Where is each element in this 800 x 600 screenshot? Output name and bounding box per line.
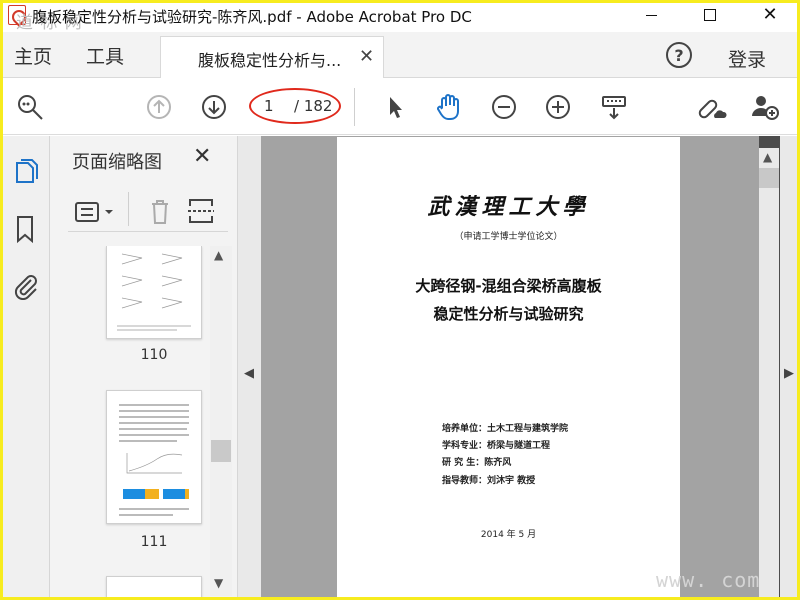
menu-tools[interactable]: 工具 [86,42,124,69]
cursor-arrow-icon [390,97,402,118]
share-link-button[interactable] [693,89,729,125]
page-number-box: / 182 [252,93,342,119]
bookmark-icon [17,216,33,244]
window-title: 腹板稳定性分析与试验研究-陈齐风.pdf - Adobe Acrobat Pro… [32,8,472,26]
link-cloud-icon [698,99,727,119]
scroll-thumb[interactable] [759,168,779,188]
collapse-left-icon[interactable]: ◀ [244,366,254,381]
expand-right-icon[interactable]: ▶ [784,366,794,381]
thumbnail-page-112[interactable] [106,576,202,600]
thesis-title-line2: 稳定性分析与试验研究 [433,305,584,323]
login-button[interactable]: 登录 [728,45,766,72]
page-number-input[interactable] [264,96,284,116]
toolbar [0,79,800,135]
page-total: / 182 [294,97,333,115]
magnifier-icon [18,95,43,120]
minimize-icon [645,14,657,16]
pdf-page: 武漢理工大學 （申请工学博士学位论文） 大跨径钢-混组合梁桥高腹板 稳定性分析与… [337,137,680,600]
thumbnail-page-110[interactable] [106,246,202,339]
toolbar-separator [354,88,355,126]
panel-toolbar [68,192,228,232]
page-thumbnails-button[interactable] [8,154,42,190]
thumbnail-list: 110 111 [60,246,215,600]
thumbnail-drawing [119,404,189,516]
watermark-url: www. com [656,568,761,592]
add-user-button[interactable] [747,89,783,125]
page-display-button[interactable] [596,89,632,125]
hand-tool-button[interactable] [431,89,467,125]
thumbnail-scrollbar[interactable]: ▲ ▼ [210,246,232,596]
info-line: 学科专业：桥梁与隧道工程 [442,441,551,451]
maximize-icon [704,9,716,21]
scroll-up-icon[interactable]: ▲ [214,248,223,262]
menu-home[interactable]: 主页 [14,42,52,69]
bookmarks-button[interactable] [8,211,42,247]
info-line: 培养单位：土木工程与建筑学院 [442,424,569,434]
scroll-up-icon[interactable]: ▲ [763,150,772,164]
scroll-thumb[interactable] [211,440,231,462]
document-scrollbar[interactable]: ▲ [759,148,779,600]
close-panel-icon[interactable]: ✕ [193,144,211,169]
document-tab-label: 腹板稳定性分析与... [198,51,342,70]
close-tab-icon[interactable]: ✕ [359,46,374,67]
thesis-date: 2014 年 5 月 [480,530,537,540]
next-page-button[interactable] [196,89,232,125]
split-page-icon [188,199,214,223]
trash-icon [152,200,168,224]
previous-page-button[interactable] [141,89,177,125]
paperclip-icon [14,275,37,300]
pages-icon [16,159,38,183]
close-icon: ✕ [762,4,778,25]
collapse-left-pane[interactable]: ◀ [238,136,261,600]
university-name: 武漢理工大學 [427,194,590,220]
minimize-button[interactable] [628,0,674,30]
arrow-up-circle-icon [147,95,171,119]
help-icon[interactable]: ? [666,42,692,68]
title-bar: 道 标 网 腹板稳定性分析与试验研究-陈齐风.pdf - Adobe Acrob… [0,0,800,33]
thumbnail-label: 110 [140,347,168,363]
keyboard-scroll-icon [602,96,626,120]
document-tab[interactable]: 腹板稳定性分析与... ✕ [160,36,384,78]
arrow-down-circle-icon [202,95,226,119]
thesis-title-line1: 大跨径钢-混组合梁桥高腹板 [415,277,602,295]
zoom-search-button[interactable] [12,89,48,125]
plus-circle-icon [546,95,570,119]
info-line: 指导教师：刘沐宇 教授 [442,476,536,486]
list-options-icon [75,202,113,222]
hand-icon [437,94,459,120]
left-rail [0,136,50,600]
maximize-button[interactable] [687,0,733,30]
thumbnails-panel: 页面缩略图 ✕ 110 111 ▲ ▼ [50,136,238,600]
thumbnail-drawing [117,253,191,331]
zoom-in-button[interactable] [540,89,576,125]
attachments-button[interactable] [8,267,42,303]
extract-page-button[interactable] [186,196,216,226]
thumbnail-page-111[interactable] [106,390,202,524]
delete-page-button[interactable] [146,196,174,226]
panel-title: 页面缩略图 [72,152,162,173]
minus-circle-icon [492,95,516,119]
thumbnail-label: 111 [140,534,168,550]
collapse-right-pane[interactable]: ▶ [780,136,800,600]
scroll-down-icon[interactable]: ▼ [214,576,223,590]
add-person-icon [752,96,779,120]
degree-application: （申请工学博士学位论文） [454,232,563,242]
zoom-out-button[interactable] [486,89,522,125]
thumbnail-options-button[interactable] [74,200,114,224]
info-line: 研 究 生：陈齐风 [442,458,512,468]
panel-separator [128,192,129,226]
close-window-button[interactable]: ✕ [747,0,793,30]
select-tool-button[interactable] [377,89,413,125]
